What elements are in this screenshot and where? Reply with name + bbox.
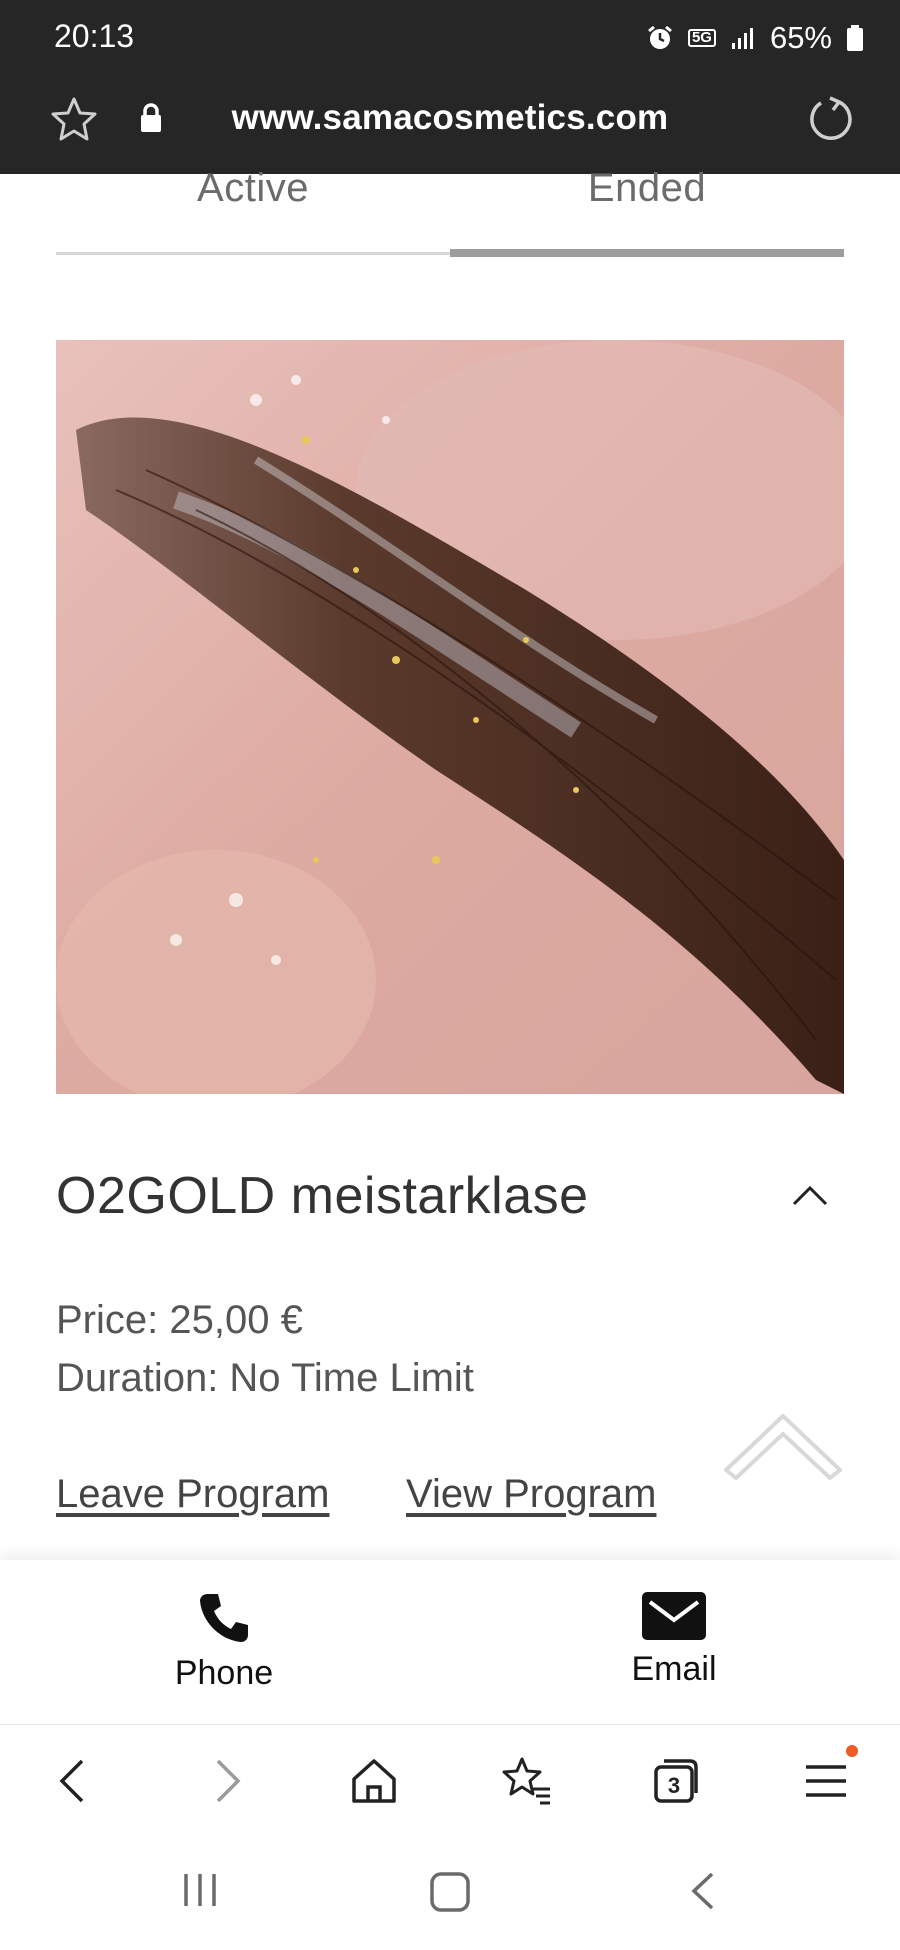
program-image — [56, 340, 844, 1094]
tab-count: 3 — [667, 1773, 681, 1798]
network-badge: 5G — [687, 29, 716, 47]
reload-icon[interactable] — [806, 94, 856, 144]
program-duration: Duration: No Time Limit — [56, 1356, 474, 1400]
leave-program-link[interactable]: Leave Program — [56, 1472, 329, 1517]
program-price: Price: 25,00 € — [56, 1298, 303, 1342]
system-nav-bar — [0, 1836, 900, 1950]
recents-icon[interactable] — [180, 1870, 220, 1910]
email-button[interactable]: Email — [524, 1590, 824, 1689]
phone-button[interactable]: Phone — [74, 1590, 374, 1693]
forward-icon[interactable] — [198, 1753, 254, 1809]
bookmarks-icon[interactable] — [498, 1753, 554, 1809]
battery-percent: 65% — [769, 20, 832, 55]
status-time: 20:13 — [54, 18, 135, 54]
signal-icon — [731, 28, 753, 49]
browser-bottom-nav: 3 — [0, 1724, 900, 1837]
tab-ended[interactable]: Ended — [450, 166, 844, 211]
email-label: Email — [631, 1650, 717, 1688]
status-icons: 5G 65% — [646, 20, 864, 56]
browser-top-bar: 20:13 5G 65% www.samacosmetics.com — [0, 0, 900, 174]
program-title: O2GOLD meistarklase — [56, 1167, 589, 1225]
tab-active[interactable]: Active — [56, 166, 450, 211]
home-button-icon[interactable] — [428, 1870, 472, 1914]
home-icon[interactable] — [346, 1753, 402, 1809]
program-tabs: Active Ended — [56, 166, 844, 258]
phone-label: Phone — [174, 1654, 274, 1692]
contact-bar: Phone Email — [0, 1560, 900, 1724]
phone-icon — [200, 1594, 248, 1642]
chevron-up-icon[interactable] — [790, 1182, 830, 1208]
battery-icon — [847, 25, 863, 51]
view-program-link[interactable]: View Program — [406, 1472, 656, 1517]
notification-dot — [846, 1745, 858, 1757]
scroll-to-top-icon[interactable] — [718, 1408, 848, 1484]
system-back-icon[interactable] — [686, 1870, 718, 1912]
email-icon — [642, 1592, 706, 1640]
menu-button[interactable] — [798, 1745, 858, 1809]
alarm-icon — [648, 25, 672, 49]
tab-indicator-ended — [450, 249, 844, 257]
tab-underline-active — [56, 252, 450, 255]
back-icon[interactable] — [46, 1753, 102, 1809]
url-bar-address[interactable]: www.samacosmetics.com — [0, 98, 900, 138]
menu-icon — [806, 1765, 846, 1797]
tabs-button[interactable]: 3 — [648, 1753, 704, 1809]
